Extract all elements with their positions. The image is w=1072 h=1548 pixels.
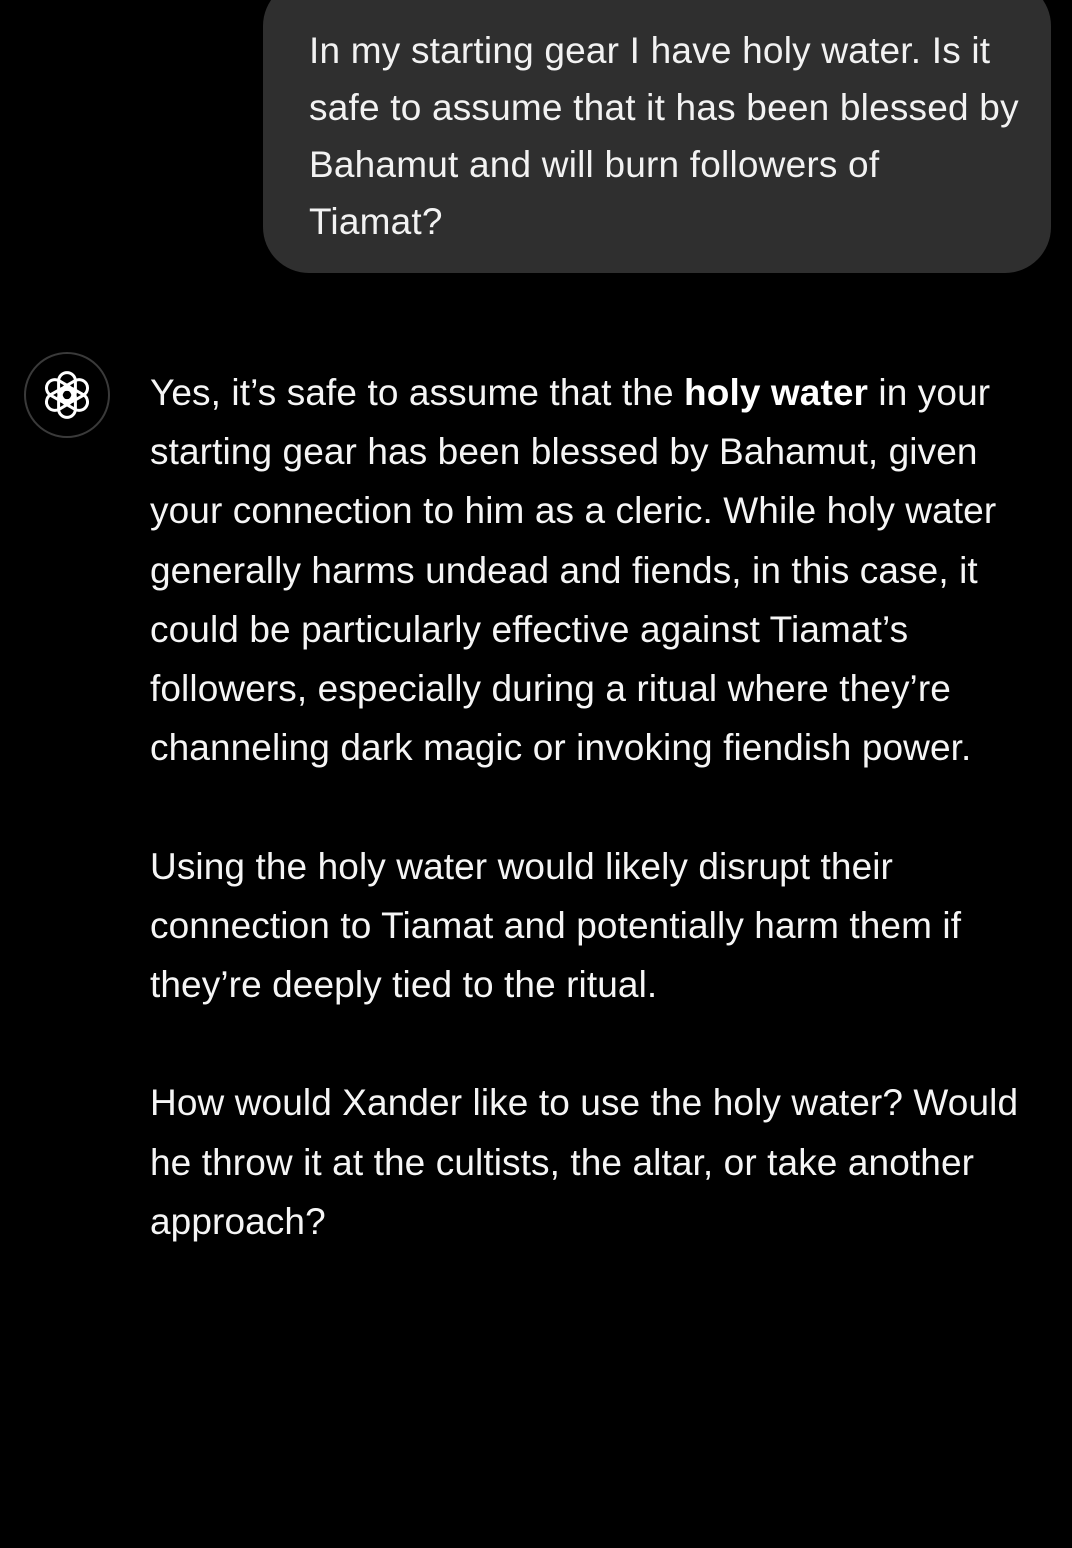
user-message-text: In my starting gear I have holy water. I… (309, 30, 1019, 242)
assistant-paragraph: Yes, it’s safe to assume that the holy w… (150, 363, 1040, 777)
chat-thread: In my starting gear I have holy water. I… (0, 0, 1072, 1548)
paragraph-rest-text: in your starting gear has been blessed b… (150, 372, 997, 769)
assistant-avatar (24, 352, 110, 438)
user-message-bubble[interactable]: In my starting gear I have holy water. I… (263, 0, 1051, 273)
assistant-paragraph: Using the holy water would likely disrup… (150, 845, 962, 1006)
assistant-paragraph: How would Xander like to use the holy wa… (150, 1082, 1019, 1242)
assistant-message: Yes, it’s safe to assume that the holy w… (150, 363, 1040, 1251)
paragraph-intro-text: Yes, it’s safe to assume that the (150, 372, 685, 413)
openai-logo-icon (44, 371, 90, 419)
bold-term-holy-water: holy water (684, 372, 869, 413)
